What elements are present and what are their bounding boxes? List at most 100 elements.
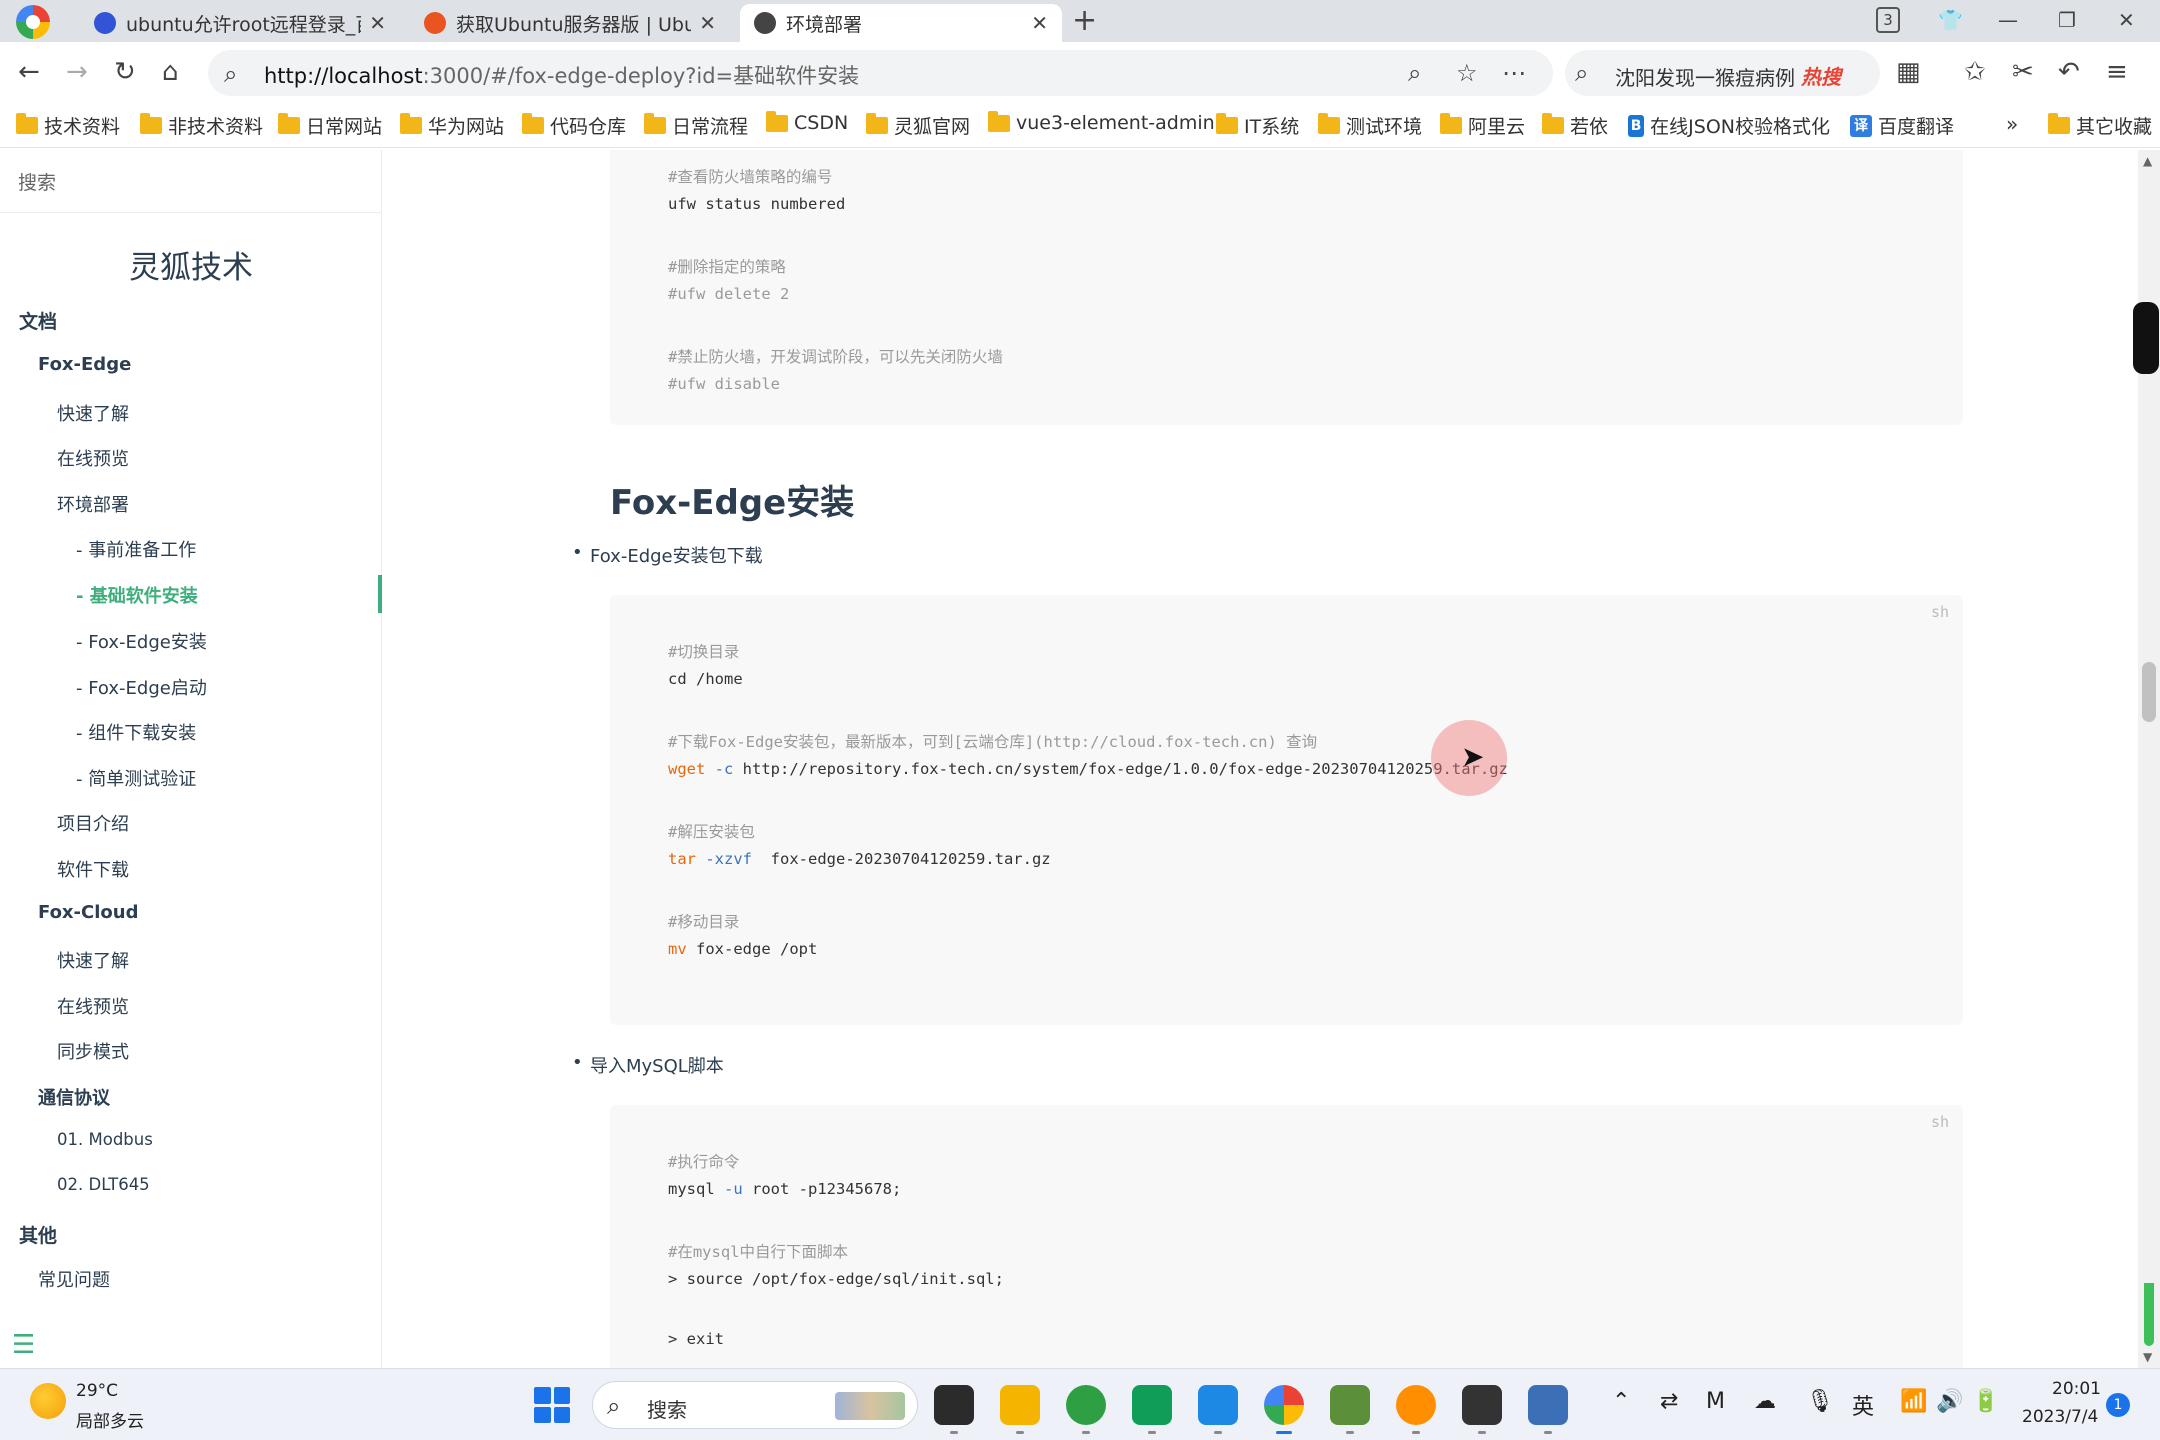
apps-grid-icon[interactable]: ▦	[1896, 56, 1921, 88]
sidebar-item-cloud-quick-start[interactable]: 快速了解	[57, 947, 129, 973]
sidebar-subitem-preparation[interactable]: - 事前准备工作	[76, 536, 196, 562]
bookmark-folder[interactable]: 阿里云	[1440, 112, 1525, 139]
battery-icon[interactable]: 🔋	[1972, 1389, 1999, 1414]
scroll-down-icon[interactable]: ▼	[2143, 1350, 2152, 1364]
bookmark-folder[interactable]: 若依	[1542, 112, 1608, 139]
clock-time[interactable]: 20:01	[2052, 1379, 2101, 1399]
sidebar-subitem-fox-edge-start[interactable]: - Fox-Edge启动	[76, 674, 207, 700]
zoom-icon[interactable]: ⌕	[1408, 59, 1421, 87]
bookmark-folder[interactable]: 日常流程	[644, 112, 748, 139]
sidebar-group-protocols[interactable]: 通信协议	[38, 1084, 110, 1110]
close-icon[interactable]: ✕	[369, 11, 386, 35]
sidebar-item-project-intro[interactable]: 项目介绍	[57, 810, 129, 836]
tab-ubuntu-root[interactable]: ubuntu允许root远程登录_百 ✕	[80, 4, 400, 42]
hot-search-box[interactable]: ⌕ 沈阳发现一猴痘病例 热搜	[1565, 50, 1880, 96]
bookmark-link[interactable]: 译百度翻译	[1850, 112, 1954, 139]
sidebar-group-fox-cloud[interactable]: Fox-Cloud	[38, 902, 138, 923]
sidebar-group-fox-edge[interactable]: Fox-Edge	[38, 354, 131, 375]
weather-temperature[interactable]: 29°C	[76, 1381, 118, 1401]
sidebar-item-deploy[interactable]: 环境部署	[57, 491, 129, 517]
restore-icon[interactable]: ❐	[2058, 4, 2076, 36]
file-explorer-icon[interactable]	[1000, 1385, 1040, 1434]
bookmark-folder[interactable]: 灵狐官网	[866, 112, 970, 139]
bookmark-folder[interactable]: 华为网站	[400, 112, 504, 139]
undo-icon[interactable]: ↶	[2058, 56, 2080, 88]
floating-side-widget[interactable]	[2133, 302, 2159, 374]
onedrive-cloud-icon[interactable]: ☁	[1754, 1389, 1776, 1414]
sidebar-subitem-base-software[interactable]: - 基础软件安装	[76, 582, 198, 608]
home-icon[interactable]: ⌂	[162, 56, 179, 88]
sidebar-item-dlt645[interactable]: 02. DLT645	[57, 1175, 150, 1194]
sidebar-item-modbus[interactable]: 01. Modbus	[57, 1130, 153, 1149]
sidebar-subitem-simple-test[interactable]: - 简单测试验证	[76, 765, 196, 791]
notification-badge[interactable]: 1	[2106, 1393, 2130, 1417]
wifi-icon[interactable]: 📶	[1900, 1389, 1927, 1414]
microphone-icon[interactable]: 🎙	[1806, 1389, 1834, 1414]
star-icon[interactable]: ☆	[1456, 59, 1478, 87]
tray-gmail-icon[interactable]: M	[1706, 1389, 1725, 1414]
new-tab-button[interactable]: +	[1072, 4, 1097, 38]
tray-sync-icon[interactable]: ⇄	[1660, 1389, 1678, 1414]
notepad-app-icon[interactable]	[1330, 1385, 1370, 1434]
sidebar-subitem-component-install[interactable]: - 组件下载安装	[76, 719, 196, 745]
minimize-icon[interactable]: —	[1998, 4, 2018, 36]
input-method-indicator[interactable]: 英	[1852, 1389, 1874, 1421]
sidebar-item-cloud-preview[interactable]: 在线预览	[57, 993, 129, 1019]
network-tool-icon[interactable]	[1528, 1385, 1568, 1434]
back-icon[interactable]: ←	[18, 56, 40, 88]
task-view-icon[interactable]	[934, 1385, 974, 1434]
url-input[interactable]: ⌕ http://localhost:3000/#/fox-edge-deplo…	[208, 50, 1553, 96]
menu-icon[interactable]: ≡	[2106, 56, 2128, 88]
favorites-icon[interactable]: ✩	[1964, 56, 1986, 88]
clock-date[interactable]: 2023/7/4	[2022, 1407, 2098, 1427]
shirt-icon[interactable]: 👕	[1938, 4, 1963, 36]
bookmark-folder[interactable]: 测试环境	[1318, 112, 1422, 139]
taskbar-search[interactable]: ⌕ 搜索	[592, 1381, 918, 1429]
tray-chevron-up-icon[interactable]: ⌃	[1612, 1389, 1630, 1414]
close-icon[interactable]: ✕	[1031, 11, 1048, 35]
scissors-icon[interactable]: ✂	[2012, 56, 2034, 88]
sidebar-item-faq[interactable]: 常见问题	[38, 1266, 110, 1292]
browser-logo-icon[interactable]	[16, 5, 50, 39]
bookmark-folder[interactable]: 代码仓库	[522, 112, 626, 139]
weather-description[interactable]: 局部多云	[76, 1407, 144, 1432]
bookmark-folder[interactable]: CSDN	[766, 110, 848, 134]
bookmark-folder[interactable]: 技术资料	[16, 112, 120, 139]
green-plus-app-icon[interactable]	[1066, 1385, 1106, 1434]
tab-environment-deploy[interactable]: 环境部署 ✕	[740, 4, 1062, 42]
more-icon[interactable]: ⋯	[1502, 59, 1526, 87]
terminal-icon[interactable]	[1462, 1385, 1502, 1434]
forward-icon[interactable]: →	[66, 56, 88, 88]
close-icon[interactable]: ✕	[699, 11, 716, 35]
bookmark-folder[interactable]: vue3-element-admin	[988, 110, 1215, 134]
bookmarks-more-button[interactable]: »	[2006, 112, 2018, 136]
magnifier-app-icon[interactable]	[1396, 1385, 1436, 1434]
scroll-up-icon[interactable]: ▲	[2143, 154, 2152, 168]
sidebar-subitem-fox-edge-install[interactable]: - Fox-Edge安装	[76, 628, 207, 654]
other-bookmarks-folder[interactable]: 其它收藏	[2048, 112, 2152, 139]
sidebar-group-docs[interactable]: 文档	[19, 307, 57, 334]
sidebar-item-quick-start[interactable]: 快速了解	[57, 400, 129, 426]
weather-partly-cloudy-icon[interactable]	[30, 1383, 66, 1419]
hamburger-menu-icon[interactable]: ☰	[12, 1330, 35, 1360]
bookmark-folder[interactable]: 日常网站	[278, 112, 382, 139]
bookmark-folder[interactable]: 非技术资料	[140, 112, 263, 139]
sidebar-item-software-download[interactable]: 软件下载	[57, 856, 129, 882]
start-button[interactable]	[534, 1387, 570, 1423]
site-title[interactable]: 灵狐技术	[0, 242, 382, 287]
remote-desktop-icon[interactable]	[1198, 1385, 1238, 1434]
browser-taskbar-icon[interactable]	[1264, 1385, 1304, 1434]
sidebar-search-input[interactable]: 搜索	[18, 168, 56, 195]
bookmark-folder[interactable]: IT系统	[1216, 112, 1299, 139]
sidebar-group-other[interactable]: 其他	[19, 1221, 57, 1248]
sidebar-item-online-preview[interactable]: 在线预览	[57, 445, 129, 471]
scrollbar-thumb[interactable]	[2142, 662, 2156, 722]
tab-count-badge[interactable]: 3	[1876, 7, 1900, 33]
close-window-icon[interactable]: ✕	[2118, 4, 2135, 36]
video-meeting-icon[interactable]	[1132, 1385, 1172, 1434]
sidebar-item-sync-mode[interactable]: 同步模式	[57, 1038, 129, 1064]
speaker-icon[interactable]: 🔊	[1936, 1389, 1963, 1414]
tab-ubuntu-server[interactable]: 获取Ubuntu服务器版 | Ubun ✕	[410, 4, 730, 42]
reload-icon[interactable]: ↻	[114, 56, 136, 88]
bookmark-link[interactable]: B 在线JSON校验格式化	[1628, 112, 1830, 139]
